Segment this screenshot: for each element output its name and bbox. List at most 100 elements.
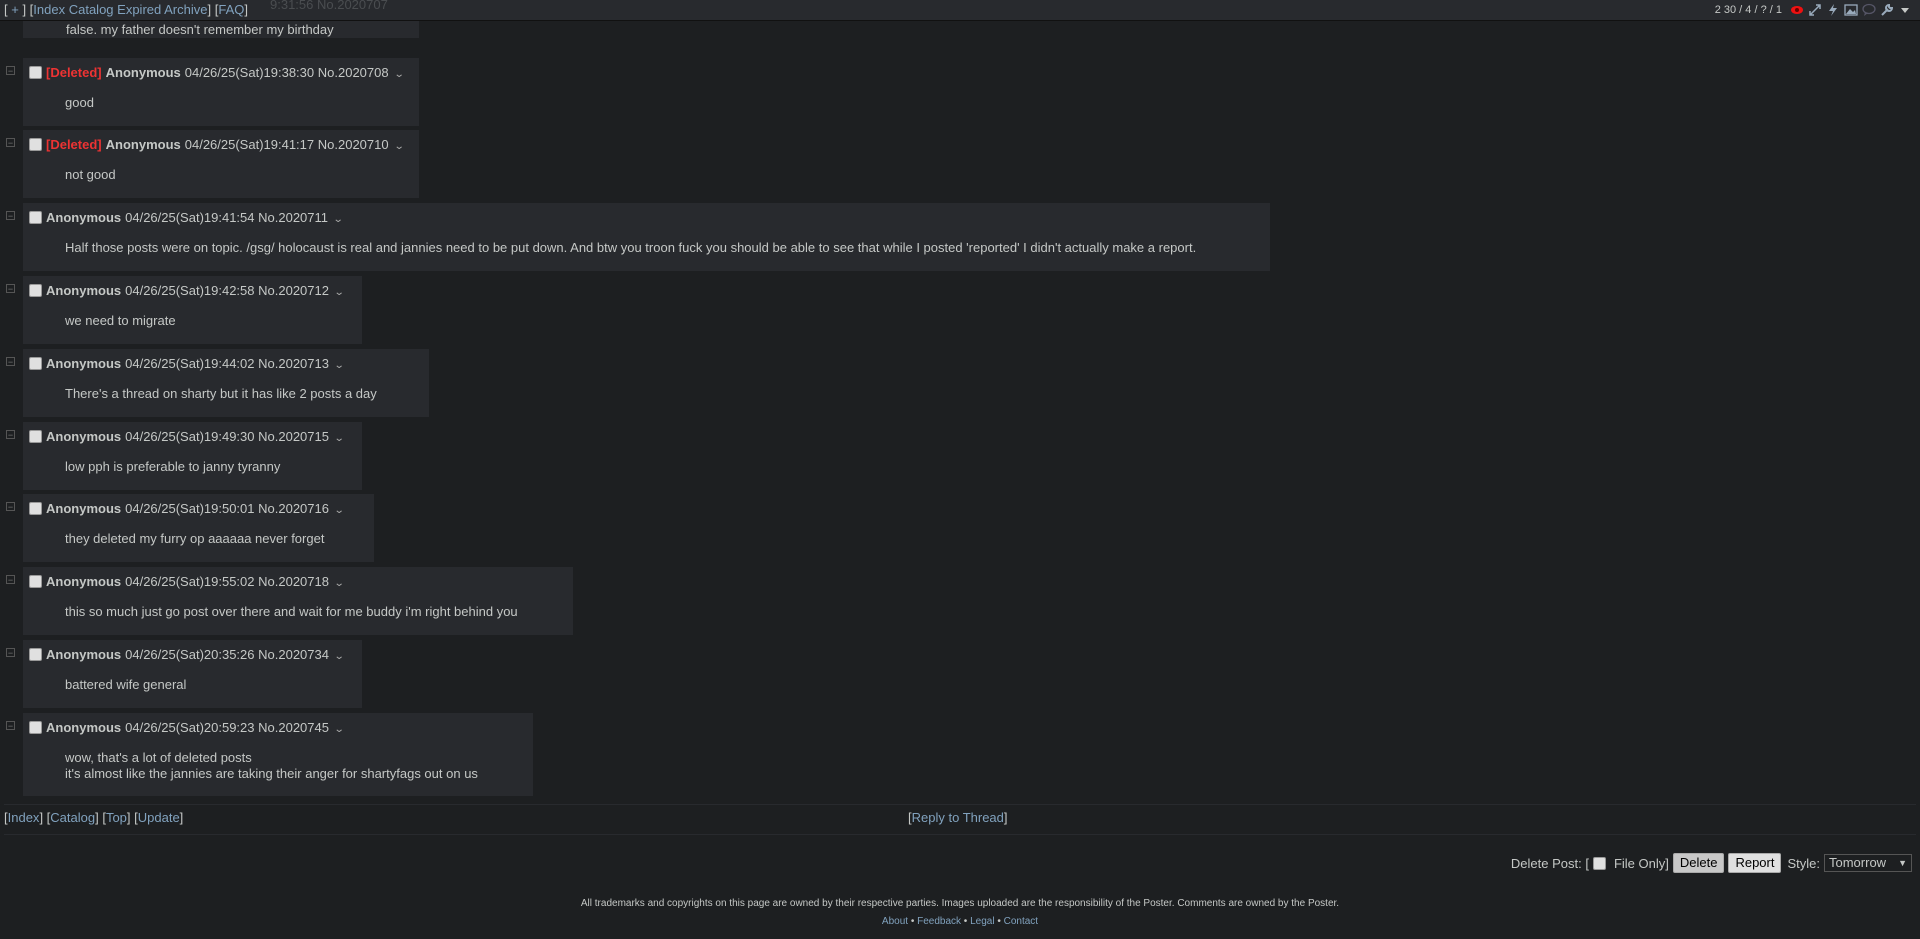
style-select[interactable]: Tomorrow ▼ xyxy=(1824,854,1912,872)
reply-to-thread-link[interactable]: Reply to Thread xyxy=(912,810,1004,825)
post-number-link[interactable]: No.2020708 xyxy=(318,65,389,80)
post-number-link[interactable]: No.2020710 xyxy=(318,137,389,152)
style-select-value: Tomorrow xyxy=(1829,855,1887,870)
post-message: not good xyxy=(65,167,116,182)
post-number-link[interactable]: No.2020711 xyxy=(258,210,328,225)
post-datetime: 04/26/25(Sat)19:41:17 xyxy=(184,137,315,152)
collapse-post-icon[interactable]: − xyxy=(6,211,15,221)
post-datetime: 04/26/25(Sat)19:38:30 xyxy=(184,65,315,80)
footer-contact-link[interactable]: Contact xyxy=(1004,916,1038,927)
post-header: Anonymous 04/26/25(Sat)19:49:30 No.202071… xyxy=(29,427,356,447)
footer-legal-link[interactable]: Legal xyxy=(970,916,994,927)
post-select-checkbox[interactable] xyxy=(29,721,42,734)
post-select-checkbox[interactable] xyxy=(29,66,42,79)
wrench-icon[interactable] xyxy=(1880,3,1894,17)
chevron-down-icon[interactable] xyxy=(1898,3,1912,17)
post-menu-chevron-icon[interactable]: ⌄ xyxy=(393,137,404,157)
post-menu-chevron-icon[interactable]: ⌄ xyxy=(333,210,344,230)
collapse-post-icon[interactable]: − xyxy=(6,721,15,731)
footer-links: About • Feedback • Legal • Contact xyxy=(881,916,1039,927)
post-select-checkbox[interactable] xyxy=(29,575,42,588)
poster-name: Anonymous xyxy=(46,720,122,735)
deleted-tag: [Deleted] xyxy=(46,137,102,152)
post-number-link[interactable]: No.2020713 xyxy=(258,356,329,371)
post-menu-chevron-icon[interactable]: ⌄ xyxy=(334,720,345,740)
post-header: [Deleted] Anonymous 04/26/25(Sat)19:41:17 … xyxy=(29,135,413,155)
speech-bubble-icon[interactable] xyxy=(1862,3,1876,17)
poster-name: Anonymous xyxy=(46,356,122,371)
header-tools: 2 30 / 4 / ? / 1 xyxy=(1715,0,1912,20)
nav-faq-link[interactable]: FAQ xyxy=(218,2,244,17)
post-number-link[interactable]: No.2020734 xyxy=(258,647,329,662)
lightning-icon[interactable] xyxy=(1826,3,1840,17)
post-message: Half those posts were on topic. /gsg/ ho… xyxy=(65,240,1197,255)
collapse-post-icon[interactable]: − xyxy=(6,284,15,294)
report-button[interactable]: Report xyxy=(1728,853,1782,873)
post-select-checkbox[interactable] xyxy=(29,648,42,661)
collapse-post-icon[interactable]: − xyxy=(6,66,15,76)
post-message: they deleted my furry op aaaaaa never fo… xyxy=(65,531,325,546)
delete-post-form: Delete Post: [ File Only] Delete Report … xyxy=(1511,853,1912,873)
nav-index-link[interactable]: Index xyxy=(33,2,65,17)
expand-icon[interactable] xyxy=(1808,3,1822,17)
post-menu-chevron-icon[interactable]: ⌄ xyxy=(334,283,345,303)
bottom-index-link[interactable]: Index xyxy=(8,810,40,825)
post-datetime: 04/26/25(Sat)19:50:01 xyxy=(125,501,255,516)
post-message: this so much just go post over there and… xyxy=(65,604,518,619)
post-number-link[interactable]: No.2020712 xyxy=(258,283,329,298)
reply-post: [Deleted] Anonymous 04/26/25(Sat)19:38:30 … xyxy=(23,58,419,126)
poster-name: Anonymous xyxy=(46,501,122,516)
post-select-checkbox[interactable] xyxy=(29,502,42,515)
post-menu-chevron-icon[interactable]: ⌄ xyxy=(334,647,345,667)
collapse-post-icon[interactable]: − xyxy=(6,575,15,585)
post-message: low pph is preferable to janny tyranny xyxy=(65,459,281,474)
post-select-checkbox[interactable] xyxy=(29,211,42,224)
bottom-navigation: [Index] [Catalog] [Top] [Update] xyxy=(4,810,184,825)
collapse-post-icon[interactable]: − xyxy=(6,357,15,367)
post-menu-chevron-icon[interactable]: ⌄ xyxy=(334,356,345,376)
post-select-checkbox[interactable] xyxy=(29,357,42,370)
bottom-catalog-link[interactable]: Catalog xyxy=(50,810,95,825)
post-menu-chevron-icon[interactable]: ⌄ xyxy=(334,429,345,449)
post-menu-chevron-icon[interactable]: ⌄ xyxy=(393,65,404,85)
post-message: good xyxy=(65,95,94,110)
post-datetime: 04/26/25(Sat)20:35:26 xyxy=(125,647,255,662)
previous-post-tail: false. my father doesn't remember my bir… xyxy=(23,20,419,38)
post-menu-chevron-icon[interactable]: ⌄ xyxy=(334,574,345,594)
eye-icon[interactable] xyxy=(1790,3,1804,17)
post-header: Anonymous 04/26/25(Sat)20:35:26 No.202073… xyxy=(29,645,356,665)
bottom-top-link[interactable]: Top xyxy=(106,810,127,825)
bottom-update-link[interactable]: Update xyxy=(138,810,180,825)
post-menu-chevron-icon[interactable]: ⌄ xyxy=(334,501,345,521)
footer-feedback-link[interactable]: Feedback xyxy=(917,916,961,927)
post-number-link[interactable]: No.2020716 xyxy=(258,501,329,516)
post-select-checkbox[interactable] xyxy=(29,284,42,297)
nav-expired-link[interactable]: Expired xyxy=(117,2,161,17)
post-number-link[interactable]: No.2020718 xyxy=(258,574,329,589)
divider xyxy=(4,834,1916,835)
toggle-nav-plus[interactable]: + xyxy=(11,2,19,17)
file-only-label: File Only] xyxy=(1613,855,1669,871)
post-select-checkbox[interactable] xyxy=(29,138,42,151)
delete-button[interactable]: Delete xyxy=(1672,853,1725,873)
file-only-checkbox[interactable] xyxy=(1592,856,1606,870)
post-select-checkbox[interactable] xyxy=(29,430,42,443)
deleted-tag: [Deleted] xyxy=(46,65,102,80)
reply-post: Anonymous 04/26/25(Sat)19:49:30 No.202071… xyxy=(23,422,362,490)
copyright-notice: All trademarks and copyrights on this pa… xyxy=(580,898,1340,909)
nav-archive-link[interactable]: Archive xyxy=(164,2,207,17)
post-number-link[interactable]: No.2020715 xyxy=(258,429,329,444)
collapse-post-icon[interactable]: − xyxy=(6,648,15,658)
image-icon[interactable] xyxy=(1844,3,1858,17)
collapse-post-icon[interactable]: − xyxy=(6,138,15,148)
reply-post: Anonymous 04/26/25(Sat)19:55:02 No.202071… xyxy=(23,567,573,635)
collapse-post-icon[interactable]: − xyxy=(6,430,15,440)
footer-about-link[interactable]: About xyxy=(882,916,908,927)
post-datetime: 04/26/25(Sat)19:55:02 xyxy=(125,574,255,589)
nav-catalog-link[interactable]: Catalog xyxy=(69,2,114,17)
post-number-link[interactable]: No.2020745 xyxy=(258,720,329,735)
poster-name: Anonymous xyxy=(105,137,181,152)
collapse-post-icon[interactable]: − xyxy=(6,502,15,512)
chevron-down-icon: ▼ xyxy=(1898,858,1907,868)
reply-post: Anonymous 04/26/25(Sat)19:42:58 No.202071… xyxy=(23,276,362,344)
